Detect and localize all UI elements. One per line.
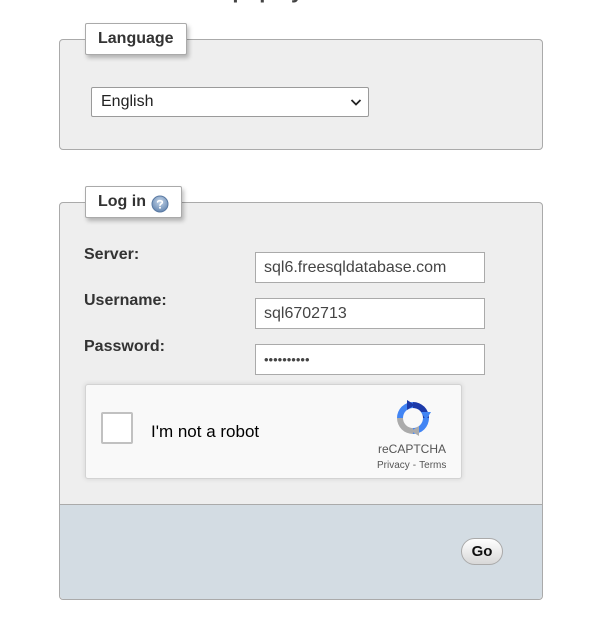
recaptcha-privacy-link[interactable]: Privacy [377, 460, 410, 471]
login-footer: Go [60, 504, 542, 599]
recaptcha-links: Privacy - Terms [377, 460, 446, 471]
language-selected-value: English [101, 93, 154, 110]
chevron-down-icon [350, 99, 362, 106]
language-fieldset: Language English [59, 23, 543, 150]
password-input[interactable]: •••••••••• [255, 344, 485, 375]
login-page: phpMyAdmin Language English Log in [0, 0, 604, 627]
recaptcha-checkbox[interactable] [101, 412, 133, 444]
server-label: Server: [84, 246, 140, 263]
recaptcha-terms-link[interactable]: Terms [419, 460, 446, 471]
help-icon[interactable] [151, 195, 169, 213]
recaptcha-widget: I'm not a robot reCAPTCHA Privacy - Terms [85, 384, 462, 479]
login-legend-label: Log in [98, 193, 146, 210]
page-title: phpMyAdmin [0, 0, 604, 4]
language-legend: Language [85, 23, 187, 55]
language-legend-label: Language [98, 30, 174, 47]
recaptcha-separator: - [412, 460, 417, 471]
username-input[interactable]: sql6702713 [255, 298, 485, 329]
login-legend: Log in [85, 186, 182, 218]
recaptcha-brand: reCAPTCHA [378, 442, 447, 456]
recaptcha-logo-icon [397, 400, 431, 436]
go-button[interactable]: Go [461, 538, 503, 565]
username-label: Username: [84, 292, 167, 309]
login-fieldset: Log in Server: sql6.freesqldatabase.com … [59, 186, 543, 600]
recaptcha-label: I'm not a robot [151, 422, 260, 441]
language-select[interactable]: English [91, 87, 369, 117]
server-input[interactable]: sql6.freesqldatabase.com [255, 252, 485, 283]
password-label: Password: [84, 338, 165, 355]
